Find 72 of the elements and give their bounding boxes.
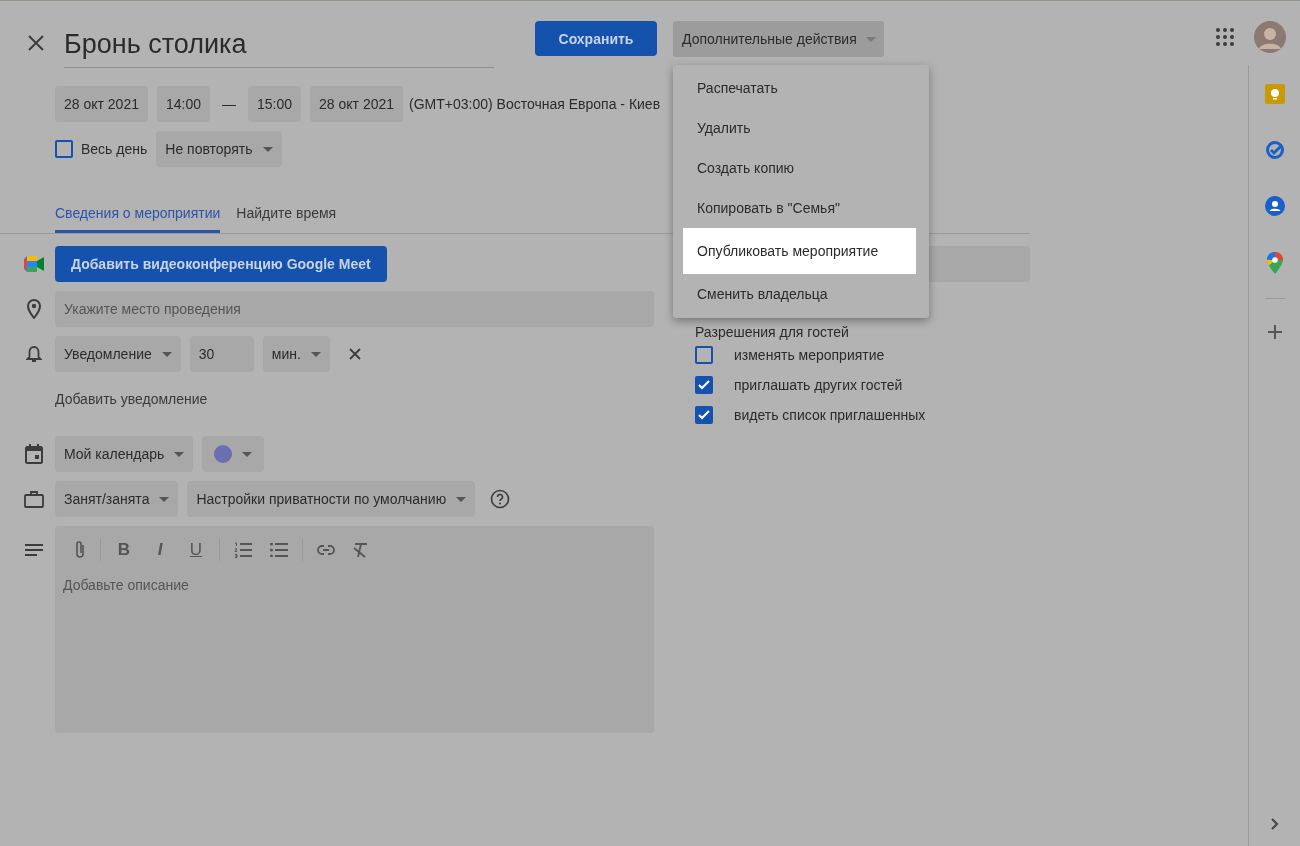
caret-icon bbox=[161, 351, 172, 357]
briefcase-icon bbox=[24, 490, 44, 508]
video-camera-icon bbox=[24, 256, 44, 272]
more-actions-button[interactable]: Дополнительные действия bbox=[673, 21, 884, 57]
permission-checkbox[interactable] bbox=[695, 376, 713, 394]
notification-type-dropdown[interactable]: Уведомление bbox=[55, 336, 181, 372]
location-field[interactable]: Укажите место проведения bbox=[55, 291, 654, 327]
apps-grid-icon[interactable] bbox=[1216, 28, 1234, 46]
caret-icon bbox=[242, 451, 253, 457]
caret-icon bbox=[159, 496, 170, 502]
map-pin-icon[interactable] bbox=[1266, 252, 1283, 274]
avatar-icon[interactable] bbox=[1254, 21, 1286, 53]
color-dropdown[interactable] bbox=[202, 436, 265, 472]
range-dash: — bbox=[221, 96, 238, 112]
calendar-icon bbox=[25, 444, 43, 464]
end-date-field[interactable]: 28 окт 2021 bbox=[310, 86, 404, 122]
bulleted-list-icon[interactable] bbox=[270, 543, 288, 557]
tab[interactable]: Сведения о мероприятии bbox=[55, 195, 221, 233]
caret-icon bbox=[310, 351, 321, 357]
add-notification-link[interactable]: Добавить уведомление bbox=[55, 391, 208, 407]
chevron-right-icon[interactable] bbox=[1270, 818, 1279, 830]
permission-label: изменять мероприятие bbox=[734, 347, 885, 363]
format-button[interactable]: I bbox=[151, 540, 169, 560]
end-time-field[interactable]: 15:00 bbox=[248, 86, 302, 122]
caret-icon bbox=[262, 146, 273, 152]
description-icon bbox=[25, 544, 43, 556]
all-day-checkbox[interactable] bbox=[55, 140, 73, 158]
menu-item[interactable]: Удалить bbox=[683, 108, 916, 148]
help-icon[interactable] bbox=[490, 489, 511, 509]
bell-icon bbox=[26, 345, 42, 363]
notification-time-field[interactable]: 30 bbox=[189, 336, 254, 372]
task-check-icon[interactable] bbox=[1264, 140, 1285, 160]
menu-item[interactable]: Опубликовать мероприятие bbox=[683, 228, 916, 274]
tab[interactable]: Найдите время bbox=[236, 195, 337, 233]
add-meet-button[interactable]: Добавить видеоконференцию Google Meet bbox=[55, 246, 387, 282]
attachment-icon[interactable] bbox=[74, 540, 86, 560]
plus-icon[interactable] bbox=[1267, 325, 1282, 339]
format-button[interactable]: U bbox=[187, 540, 205, 560]
menu-item[interactable]: Сменить владельца bbox=[683, 274, 916, 314]
notification-unit-dropdown[interactable]: мин. bbox=[262, 336, 330, 372]
close-icon[interactable] bbox=[28, 35, 44, 51]
link-icon[interactable] bbox=[317, 545, 335, 555]
availability-dropdown[interactable]: Занят/занята bbox=[55, 481, 179, 517]
description-editor[interactable]: B I U Добавьте описание bbox=[55, 526, 654, 733]
timezone-link[interactable]: (GMT+03:00) Восточная Европа - Киев bbox=[409, 96, 661, 112]
save-button[interactable]: Сохранить bbox=[535, 21, 657, 56]
calendar-dropdown[interactable]: Мой календарь bbox=[55, 436, 194, 472]
location-pin-icon bbox=[27, 299, 41, 319]
lightbulb-icon[interactable] bbox=[1264, 84, 1285, 104]
remove-icon[interactable] bbox=[348, 348, 361, 360]
permission-label: видеть список приглашенных bbox=[734, 407, 926, 423]
menu-item[interactable]: Распечатать bbox=[683, 68, 916, 108]
title-field[interactable]: Бронь столика bbox=[64, 21, 494, 68]
numbered-list-icon[interactable] bbox=[234, 542, 252, 558]
permissions-heading: Разрешения для гостей bbox=[695, 324, 850, 340]
clear-formatting-icon[interactable] bbox=[353, 542, 369, 558]
start-date-field[interactable]: 28 окт 2021 bbox=[55, 86, 148, 122]
start-time-field[interactable]: 14:00 bbox=[157, 86, 211, 122]
repeat-dropdown[interactable]: Не повторять bbox=[156, 131, 282, 167]
format-button[interactable]: B bbox=[115, 540, 133, 560]
permission-checkbox[interactable] bbox=[695, 406, 713, 424]
permission-label: приглашать других гостей bbox=[734, 377, 903, 393]
all-day-label: Весь день bbox=[81, 141, 148, 157]
caret-icon bbox=[865, 36, 876, 42]
privacy-dropdown[interactable]: Настройки приватности по умолчанию bbox=[187, 481, 476, 517]
menu-item[interactable]: Копировать в "Семья" bbox=[683, 188, 916, 228]
caret-icon bbox=[456, 496, 467, 502]
permission-checkbox[interactable] bbox=[695, 346, 713, 364]
contact-icon[interactable] bbox=[1264, 196, 1285, 216]
menu-item[interactable]: Создать копию bbox=[683, 148, 916, 188]
caret-icon bbox=[174, 451, 185, 457]
description-placeholder: Добавьте описание bbox=[62, 576, 190, 593]
